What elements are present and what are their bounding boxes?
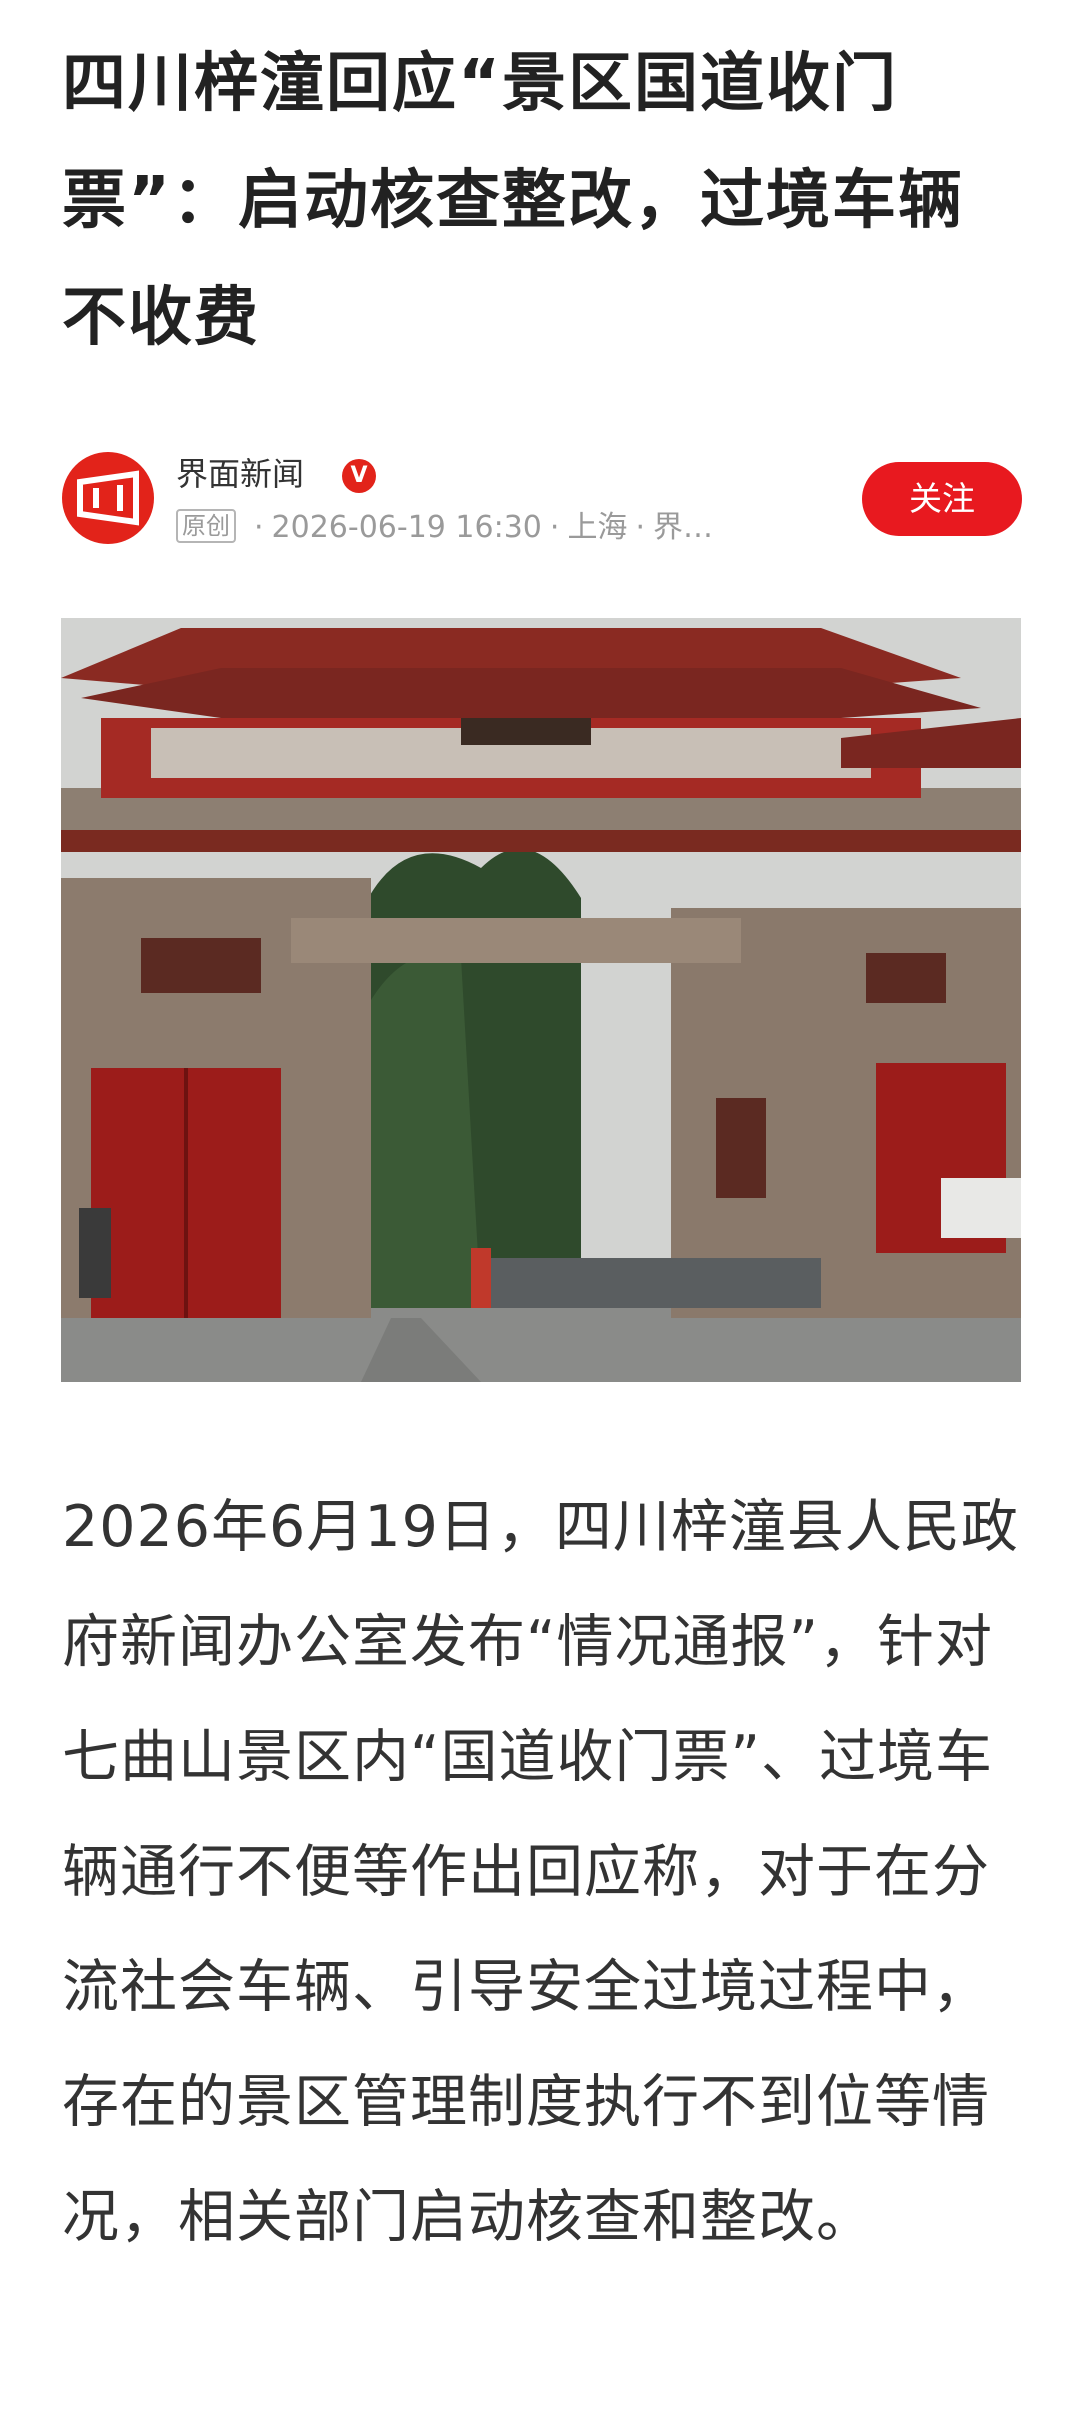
publish-location: 上海 (567, 510, 628, 545)
author-row: 界面新闻 V 原创 · 2026-06-19 16:30 · 上海 · 界… 关注 (62, 452, 1022, 548)
meta-separator: · (635, 510, 645, 545)
publisher-logo[interactable] (62, 452, 154, 544)
article-title: 四川梓潼回应“景区国道收门票”：启动核查整改，过境车辆不收费 (62, 47, 965, 355)
article-meta: 原创 · 2026-06-19 16:30 · 上海 · 界… (176, 508, 713, 548)
follow-button[interactable]: 关注 (862, 462, 1022, 536)
author-name[interactable]: 界面新闻 (176, 452, 304, 496)
meta-extra: 界… (652, 510, 713, 545)
meta-separator: · (549, 510, 560, 545)
original-tag: 原创 (176, 509, 236, 543)
publisher-logo-icon (77, 470, 139, 526)
scenic-gate-illustration (61, 618, 1021, 1382)
meta-separator: · (254, 510, 264, 545)
article-body: 2026年6月19日，四川梓潼县人民政府新闻办公室发布“情况通报”，针对七曲山景… (62, 1494, 1019, 2250)
verified-icon: V (342, 459, 376, 493)
article-photo[interactable] (61, 618, 1021, 1382)
publish-datetime: 2026-06-19 16:30 (271, 510, 542, 545)
